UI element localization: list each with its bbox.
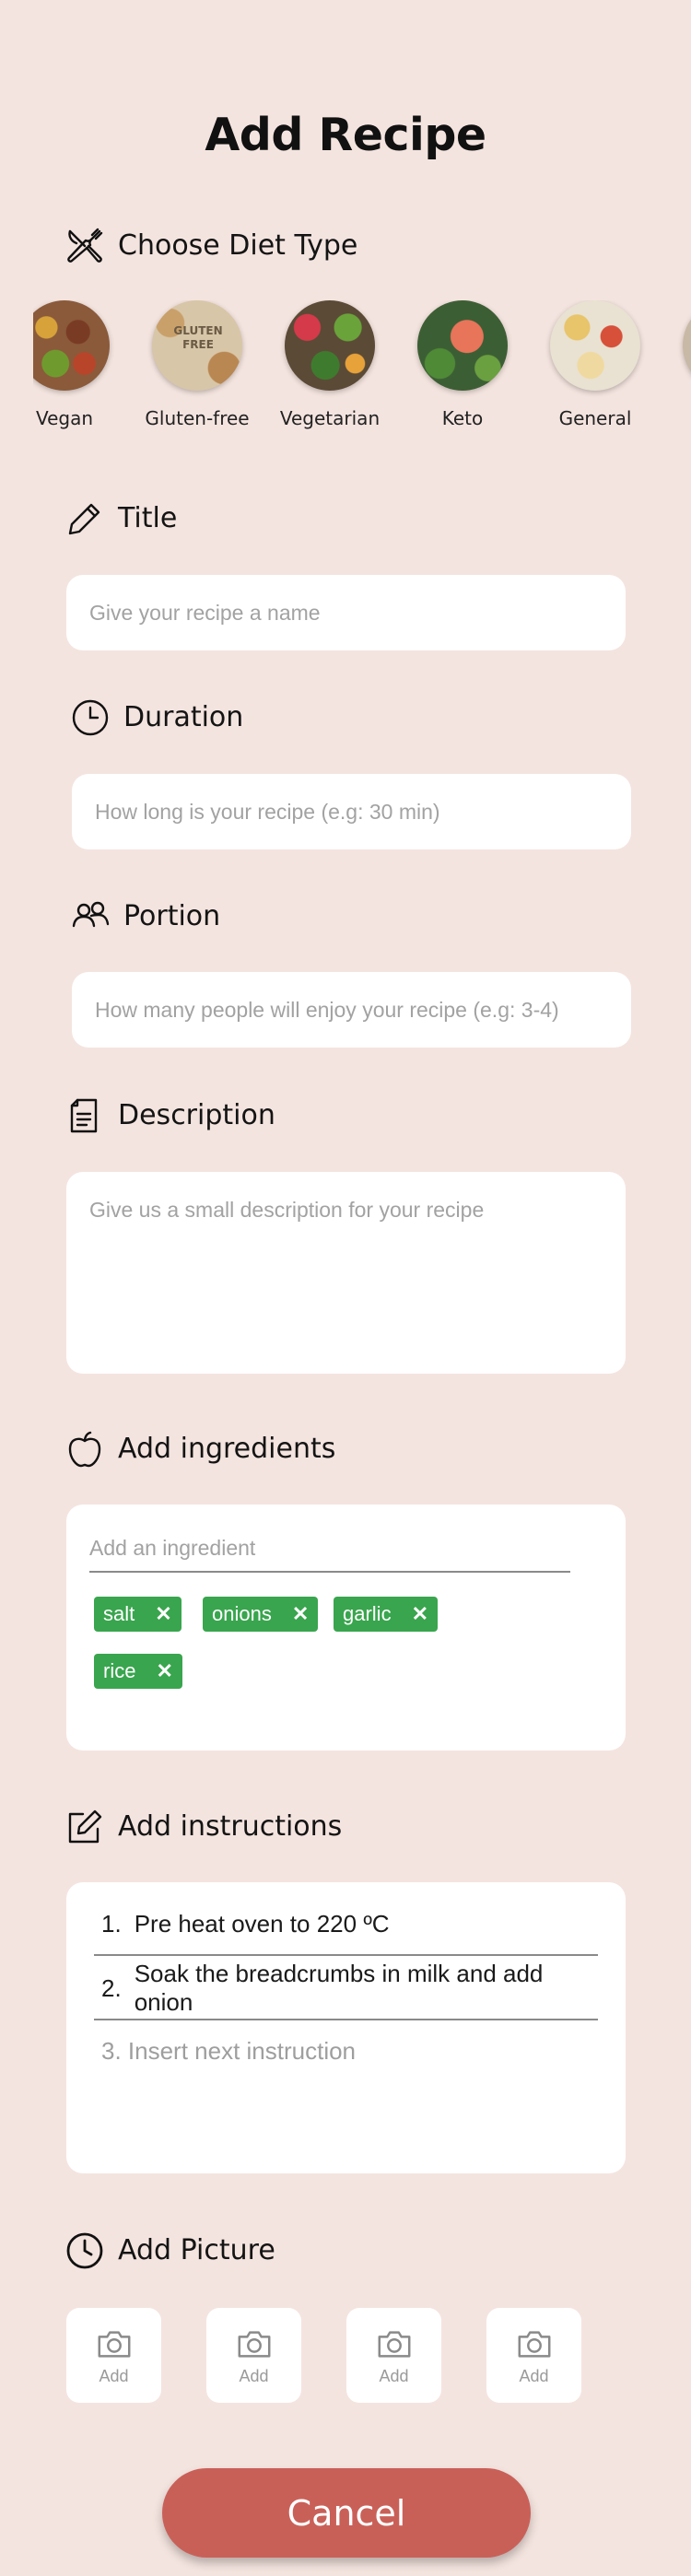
gluten-free-badge: GLUTEN FREE [173, 324, 223, 351]
diet-heading: Choose Diet Type [64, 226, 357, 266]
add-picture-label: Add [379, 2367, 409, 2385]
add-picture-button[interactable]: Add [486, 2308, 581, 2403]
instruction-step[interactable]: 1. Pre heat oven to 220 ºC [94, 1893, 598, 1956]
step-number: 2. [101, 1973, 122, 2002]
step-text: Soak the breadcrumbs in milk and add oni… [134, 1960, 544, 2016]
diet-option-vegan[interactable]: Vegan [33, 300, 129, 429]
fork-knife-icon [67, 228, 103, 263]
duration-heading-label: Duration [123, 701, 244, 733]
diet-option-gluten-free[interactable]: GLUTEN FREE Gluten-free [133, 300, 262, 429]
portion-heading: Portion [70, 896, 220, 937]
ingredient-chip: rice ✕ [94, 1654, 182, 1689]
diet-option-partial [663, 300, 691, 391]
ingredient-chip: garlic ✕ [334, 1597, 439, 1632]
cancel-button[interactable]: Cancel [162, 2468, 531, 2558]
instructions-heading: Add instructions [64, 1807, 342, 1847]
picture-heading-label: Add Picture [118, 2234, 275, 2266]
step-text: Pre heat oven to 220 ºC [134, 1909, 390, 1938]
chip-label: rice [103, 1659, 136, 1682]
apple-icon [68, 1431, 101, 1468]
duration-input[interactable] [72, 774, 631, 849]
ingredient-chip: onions ✕ [203, 1597, 319, 1632]
chip-label: salt [103, 1602, 135, 1625]
camera-icon [98, 2331, 130, 2358]
document-icon [70, 1098, 98, 1133]
ingredients-card: salt ✕ onions ✕ garlic ✕ rice ✕ [66, 1505, 626, 1751]
camera-icon [518, 2331, 550, 2358]
ingredient-input[interactable] [89, 1525, 570, 1573]
diet-label: Keto [441, 407, 484, 429]
edit-icon [68, 1809, 102, 1844]
pencil-icon [68, 503, 100, 535]
portion-heading-label: Portion [123, 900, 221, 932]
add-picture-button[interactable]: Add [66, 2308, 161, 2403]
add-picture-label: Add [519, 2367, 549, 2385]
duration-heading: Duration [70, 697, 243, 738]
diet-option-vegetarian[interactable]: Vegetarian [265, 300, 394, 429]
ingredients-heading-label: Add ingredients [118, 1433, 336, 1465]
title-heading-label: Title [118, 502, 178, 534]
people-icon [72, 901, 110, 928]
remove-chip-icon[interactable]: ✕ [292, 1602, 309, 1626]
gluten-free-photo: GLUTEN FREE [152, 300, 242, 391]
diet-option-general[interactable]: General [531, 300, 660, 429]
clock-icon [66, 2232, 103, 2269]
general-food-photo [550, 300, 640, 391]
description-heading-label: Description [118, 1099, 275, 1131]
portion-input[interactable] [72, 972, 631, 1048]
instruction-step[interactable]: 2. Soak the breadcrumbs in milk and add … [94, 1958, 598, 2020]
instructions-card: 1. Pre heat oven to 220 ºC 2. Soak the b… [66, 1882, 626, 2173]
diet-label: Vegan [35, 407, 94, 429]
title-heading: Title [64, 498, 177, 539]
recipe-title-input[interactable] [66, 575, 626, 650]
keto-food-photo [417, 300, 508, 391]
description-textarea[interactable] [66, 1172, 626, 1374]
add-picture-label: Add [99, 2367, 129, 2385]
vegetarian-food-photo [285, 300, 375, 391]
diet-label: General [558, 407, 632, 429]
add-picture-label: Add [239, 2367, 269, 2385]
remove-chip-icon[interactable]: ✕ [412, 1602, 428, 1626]
instructions-heading-label: Add instructions [118, 1810, 343, 1843]
step-number: 1. [101, 1909, 122, 1938]
remove-chip-icon[interactable]: ✕ [156, 1659, 172, 1683]
diet-type-carousel[interactable]: Vegan GLUTEN FREE Gluten-free Vegetarian… [33, 300, 691, 439]
partial-food-photo [683, 300, 691, 391]
next-instruction-input[interactable] [101, 2030, 580, 2072]
ingredient-chip: salt ✕ [94, 1597, 182, 1632]
page-title: Add Recipe [205, 109, 486, 161]
add-picture-button[interactable]: Add [346, 2308, 441, 2403]
remove-chip-icon[interactable]: ✕ [155, 1602, 171, 1626]
add-picture-button[interactable]: Add [206, 2308, 301, 2403]
camera-icon [378, 2331, 410, 2358]
description-heading: Description [64, 1095, 275, 1136]
diet-heading-label: Choose Diet Type [118, 229, 358, 262]
clock-icon [72, 699, 109, 736]
diet-label: Vegetarian [279, 407, 381, 429]
picture-heading: Add Picture [64, 2231, 275, 2271]
ingredients-heading: Add ingredients [64, 1429, 335, 1469]
diet-label: Gluten-free [145, 407, 250, 429]
chip-label: onions [212, 1602, 272, 1625]
chip-label: garlic [343, 1602, 392, 1625]
camera-icon [238, 2331, 270, 2358]
vegan-food-photo [33, 300, 110, 391]
diet-option-keto[interactable]: Keto [398, 300, 527, 429]
